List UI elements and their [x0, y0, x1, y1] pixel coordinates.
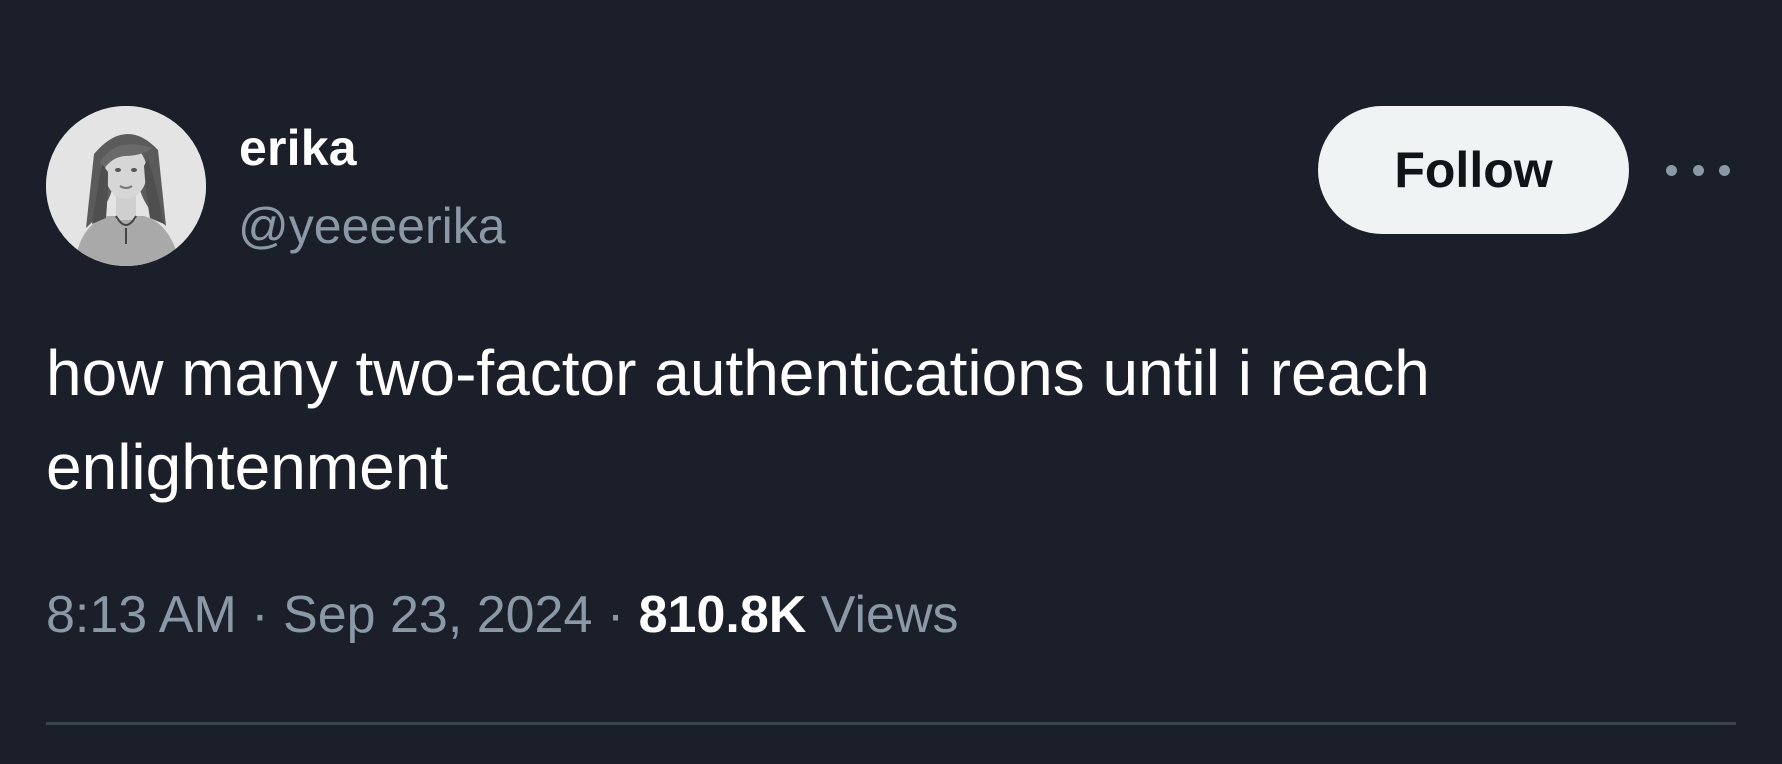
avatar-image — [46, 106, 206, 266]
meta-separator: · — [236, 586, 284, 644]
more-dot — [1719, 164, 1730, 176]
tweet-text-line: how many two-factor authentications unti… — [46, 337, 1430, 409]
more-horizontal-icon[interactable] — [1666, 152, 1730, 188]
follow-button[interactable]: Follow — [1318, 106, 1629, 234]
tweet-date[interactable]: Sep 23, 2024 — [283, 586, 592, 644]
tweet-text: how many two-factor authentications unti… — [46, 326, 1706, 514]
avatar[interactable] — [46, 106, 206, 266]
more-dot — [1666, 164, 1677, 176]
views-count[interactable]: 810.8K — [639, 586, 807, 644]
tweet-card: erika @yeeeerika Follow how many two-fac… — [0, 0, 1782, 764]
more-dot — [1692, 164, 1704, 176]
tweet-meta: 8:13 AM · Sep 23, 2024 · 810.8K Views — [46, 582, 959, 648]
views-label[interactable]: Views — [806, 586, 959, 644]
divider — [46, 722, 1736, 725]
tweet-text-line: enlightenment — [46, 431, 449, 503]
tweet-time[interactable]: 8:13 AM — [46, 586, 237, 644]
author-handle[interactable]: @yeeeerika — [238, 196, 506, 256]
author-display-name[interactable]: erika — [239, 118, 357, 178]
meta-separator: · — [592, 586, 639, 644]
